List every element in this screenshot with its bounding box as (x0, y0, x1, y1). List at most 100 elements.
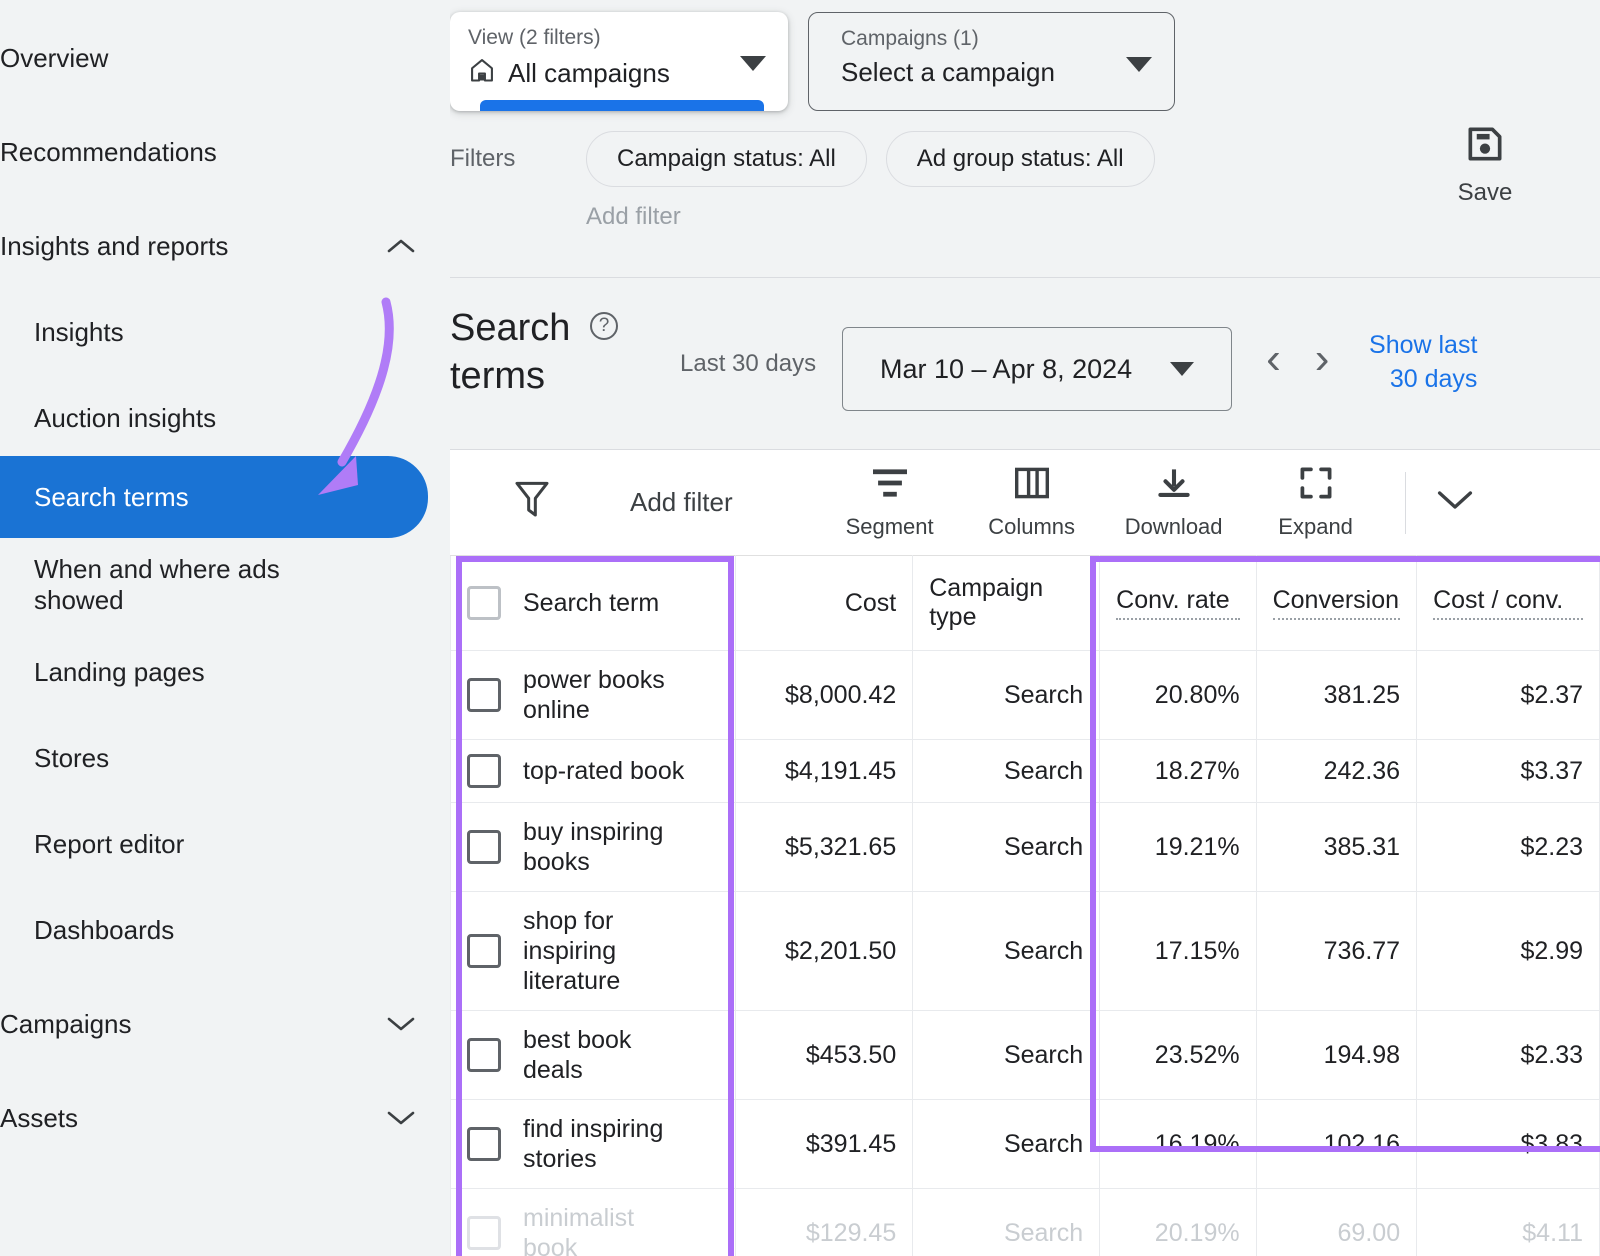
campaign-selector[interactable]: Campaigns (1) Select a campaign (808, 12, 1175, 111)
header-divider (450, 277, 1600, 278)
page-title-text: Search terms (450, 305, 580, 400)
account-selectors-row: View (2 filters) All campaigns Campaigns… (450, 0, 1600, 111)
cell-cost: $4,191.45 (736, 740, 913, 803)
show-last-30-days-link[interactable]: Show last 30 days (1357, 329, 1477, 397)
search-terms-table-panel: Add filter Segment Columns (450, 449, 1600, 1256)
table-row[interactable]: power books online $8,000.42 Search 20.8… (451, 651, 1600, 740)
table-row[interactable]: shop for inspiring literature $2,201.50 … (451, 892, 1600, 1011)
next-period-button[interactable]: › (1315, 337, 1330, 381)
funnel-icon[interactable] (512, 478, 552, 527)
cell-cost-per-conv: $2.33 (1417, 1011, 1600, 1100)
google-ads-search-terms-page: Overview Recommendations Insights and re… (0, 0, 1600, 1256)
sidebar-item-insights[interactable]: Insights (0, 304, 450, 360)
sidebar-item-report-editor[interactable]: Report editor (0, 816, 450, 872)
sidebar-item-when-and-where-ads-showed[interactable]: When and where ads showed (0, 548, 450, 622)
cell-campaign-type: Search (913, 1100, 1100, 1189)
filters-row: Filters Campaign status: All Ad group st… (450, 131, 1600, 187)
cell-search-term: top-rated book (523, 756, 684, 786)
chevron-down-icon[interactable] (1170, 362, 1194, 376)
cell-cost-per-conv: $2.99 (1417, 892, 1600, 1011)
cell-cost-per-conv: $2.23 (1417, 803, 1600, 892)
cell-cost: $2,201.50 (736, 892, 913, 1011)
column-header-label: Conv. rate (1116, 586, 1239, 620)
cell-campaign-type: Search (913, 1189, 1100, 1256)
sidebar-item-label: Auction insights (34, 403, 216, 434)
cell-campaign-type: Search (913, 651, 1100, 740)
sidebar-group-insights-and-reports[interactable]: Insights and reports (0, 218, 450, 274)
sidebar-group-assets[interactable]: Assets (0, 1090, 450, 1146)
columns-icon (1012, 466, 1052, 505)
table-row[interactable]: top-rated book $4,191.45 Search 18.27% 2… (451, 740, 1600, 803)
help-icon[interactable]: ? (590, 312, 618, 340)
cell-cost: $391.45 (736, 1100, 913, 1189)
cell-conversions: 194.98 (1256, 1011, 1417, 1100)
sidebar-group-campaigns[interactable]: Campaigns (0, 996, 450, 1052)
cell-cost: $5,321.65 (736, 803, 913, 892)
row-checkbox[interactable] (467, 1127, 501, 1161)
row-checkbox[interactable] (467, 830, 501, 864)
column-header-conversions[interactable]: Conversions (1256, 556, 1417, 651)
cell-search-term: find inspiring stories (523, 1114, 698, 1174)
view-selector[interactable]: View (2 filters) All campaigns (450, 12, 788, 111)
table-toolbar: Add filter Segment Columns (450, 450, 1600, 555)
sidebar-item-overview[interactable]: Overview (0, 30, 450, 86)
campaign-selector-caption: Campaigns (1) (841, 27, 1156, 50)
sidebar-item-search-terms[interactable]: Search terms (0, 456, 428, 538)
expand-button[interactable]: Expand (1245, 466, 1387, 540)
row-checkbox[interactable] (467, 754, 501, 788)
segment-label: Segment (846, 514, 934, 540)
home-icon (468, 56, 496, 91)
expand-label: Expand (1278, 514, 1353, 540)
column-header-conv-rate[interactable]: Conv. rate (1100, 556, 1256, 651)
sidebar-item-auction-insights[interactable]: Auction insights (0, 390, 450, 446)
select-all-checkbox[interactable] (467, 586, 501, 620)
column-header-campaign-type[interactable]: Campaign type (913, 556, 1100, 651)
previous-period-button[interactable]: ‹ (1266, 337, 1281, 381)
chevron-up-icon[interactable] (386, 231, 416, 261)
column-header-cost[interactable]: Cost (736, 556, 913, 651)
expand-icon (1297, 466, 1335, 505)
filter-chip-campaign-status[interactable]: Campaign status: All (586, 131, 867, 187)
filter-chip-ad-group-status[interactable]: Ad group status: All (886, 131, 1155, 187)
table-row[interactable]: best book deals $453.50 Search 23.52% 19… (451, 1011, 1600, 1100)
table-row[interactable]: buy inspiring books $5,321.65 Search 19.… (451, 803, 1600, 892)
column-header-label: Cost (845, 589, 896, 617)
chevron-down-icon[interactable] (1434, 487, 1476, 518)
chevron-down-icon[interactable] (740, 56, 766, 71)
columns-button[interactable]: Columns (961, 466, 1103, 540)
download-button[interactable]: Download (1103, 466, 1245, 540)
cell-conversions: 69.00 (1256, 1189, 1417, 1256)
chevron-down-icon[interactable] (1126, 57, 1152, 72)
cell-conv-rate: 16.19% (1100, 1100, 1256, 1189)
cell-cost: $8,000.42 (736, 651, 913, 740)
sidebar-item-recommendations[interactable]: Recommendations (0, 124, 450, 180)
chevron-down-icon[interactable] (386, 1009, 416, 1039)
table-row[interactable]: minimalist book $129.45 Search 20.19% 69… (451, 1189, 1600, 1256)
columns-label: Columns (988, 514, 1075, 540)
row-checkbox[interactable] (467, 678, 501, 712)
table-add-filter-button[interactable]: Add filter (630, 487, 733, 518)
column-header-search-term[interactable]: Search term (451, 556, 736, 651)
download-label: Download (1125, 514, 1223, 540)
sidebar-item-label: Assets (0, 1103, 78, 1134)
cell-conversions: 242.36 (1256, 740, 1417, 803)
sidebar-item-label: When and where ads showed (34, 554, 334, 615)
cell-cost-per-conv: $3.37 (1417, 740, 1600, 803)
row-checkbox[interactable] (467, 1038, 501, 1072)
column-header-cost-per-conv[interactable]: Cost / conv. (1417, 556, 1600, 651)
sidebar-item-stores[interactable]: Stores (0, 730, 450, 786)
sidebar-item-landing-pages[interactable]: Landing pages (0, 644, 450, 700)
column-header-label: Campaign type (929, 574, 1043, 631)
sidebar-item-dashboards[interactable]: Dashboards (0, 902, 450, 958)
table-row[interactable]: find inspiring stories $391.45 Search 16… (451, 1100, 1600, 1189)
add-filter-top-button[interactable]: Add filter (586, 203, 1600, 231)
segment-button[interactable]: Segment (819, 466, 961, 540)
row-checkbox[interactable] (467, 1216, 501, 1250)
row-checkbox[interactable] (467, 934, 501, 968)
save-button[interactable]: Save (1430, 122, 1540, 207)
page-title: Search terms ? (450, 305, 650, 400)
date-range-picker[interactable]: Mar 10 – Apr 8, 2024 (842, 327, 1232, 411)
chevron-down-icon[interactable] (386, 1103, 416, 1133)
column-header-label: Search term (523, 589, 659, 618)
cell-cost-per-conv: $2.37 (1417, 651, 1600, 740)
